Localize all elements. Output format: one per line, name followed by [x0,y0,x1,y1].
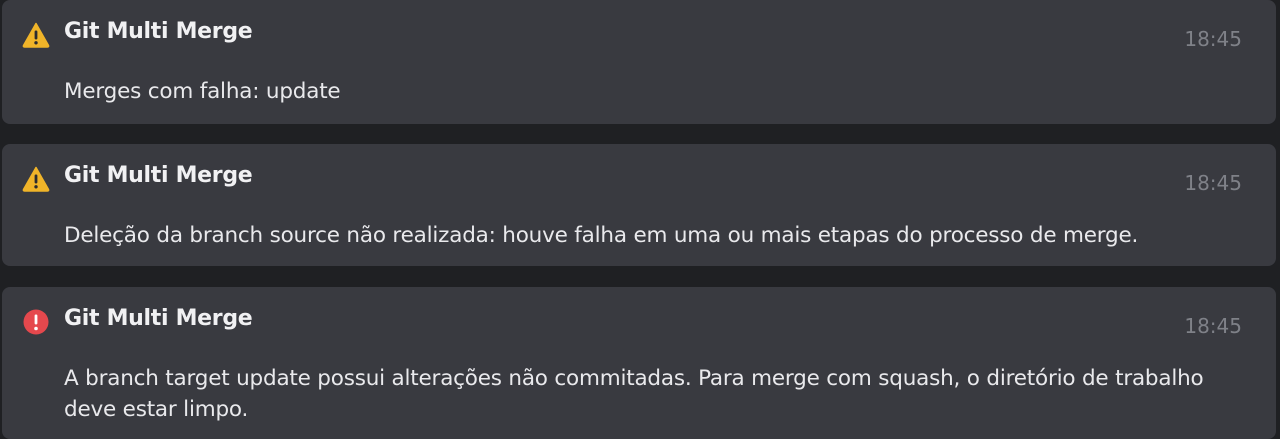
notification-title: Git Multi Merge [64,306,253,331]
notification-title: Git Multi Merge [64,163,253,188]
notification-card[interactable]: Git Multi Merge 18:45 Merges com falha: … [2,0,1276,124]
notification-message: Deleção da branch source não realizada: … [64,223,1139,248]
warning-icon [22,22,50,48]
notification-timestamp: 18:45 [1184,27,1242,51]
notification-card[interactable]: Git Multi Merge 18:45 Deleção da branch … [2,144,1276,266]
notification-message: A branch target update possui alterações… [64,366,1204,422]
notification-message: Merges com falha: update [64,79,341,104]
notification-card[interactable]: Git Multi Merge 18:45 A branch target up… [2,287,1276,439]
warning-icon [22,166,50,192]
notification-timestamp: 18:45 [1184,171,1242,195]
notification-title: Git Multi Merge [64,19,253,44]
notification-list: Git Multi Merge 18:45 Merges com falha: … [0,0,1280,439]
error-icon [23,309,49,335]
notification-timestamp: 18:45 [1184,314,1242,338]
